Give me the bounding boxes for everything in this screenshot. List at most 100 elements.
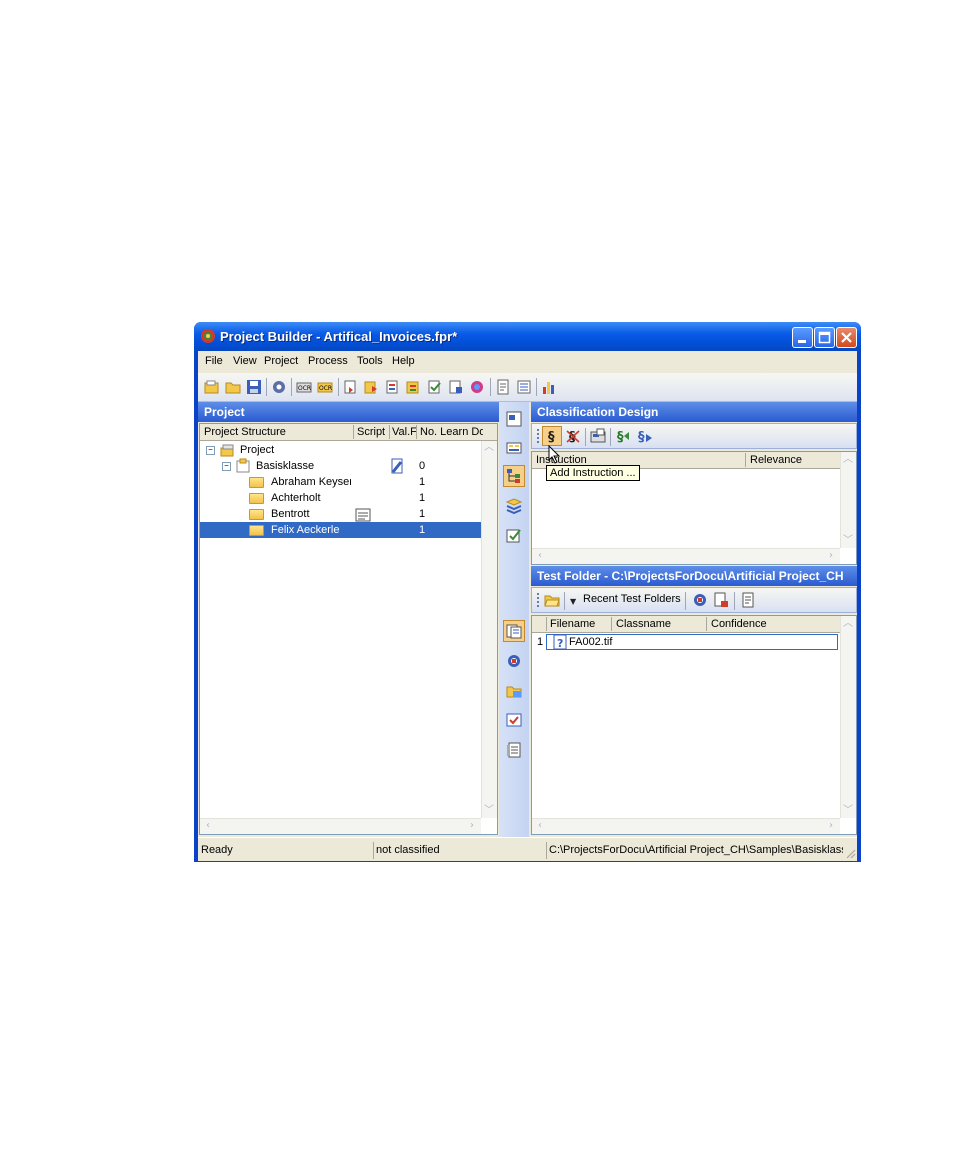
instruction-list[interactable]: Instruction Relevance ︿ ﹀ ‹ › Add Instru…	[531, 445, 857, 565]
scroll-up-icon[interactable]: ︿	[841, 617, 855, 631]
train-arrow-icon[interactable]: §	[615, 428, 631, 444]
menu-process[interactable]: Process	[308, 355, 348, 367]
learn-count: 1	[419, 476, 426, 488]
extract-all-icon[interactable]	[406, 379, 422, 395]
horizontal-scrollbar[interactable]: ‹ ›	[200, 818, 481, 834]
classify-icon[interactable]	[343, 379, 359, 395]
tree-node-folder[interactable]: Achterholt 1	[200, 490, 482, 506]
open-test-folder-icon[interactable]	[506, 683, 522, 699]
col-filename[interactable]: Filename	[550, 618, 595, 630]
scroll-left-icon[interactable]: ‹	[533, 819, 547, 833]
minimize-button[interactable]	[792, 327, 813, 348]
project-view-icon[interactable]	[506, 411, 522, 427]
classify-all-icon[interactable]	[364, 379, 380, 395]
row-filename: FA002.tif	[569, 636, 613, 648]
vertical-scrollbar[interactable]: ︿ ﹀	[481, 441, 497, 818]
document-export-icon[interactable]	[448, 379, 464, 395]
tree-label: Bentrott	[271, 508, 310, 520]
test-document-row[interactable]: 1 ? FA002.tif	[532, 634, 838, 650]
form-view-icon[interactable]	[506, 440, 522, 456]
extract-test-docs-icon[interactable]	[713, 592, 729, 608]
plugin-icon[interactable]	[469, 379, 485, 395]
col-confidence[interactable]: Confidence	[711, 618, 767, 630]
tree-label: Basisklasse	[256, 460, 315, 472]
scroll-up-icon[interactable]: ︿	[841, 453, 855, 467]
scroll-right-icon[interactable]: ›	[824, 819, 838, 833]
project-column-header: Project Structure Script Val.F No. Learn…	[200, 424, 497, 441]
title-bar[interactable]: Project Builder - Artifical_Invoices.fpr…	[194, 322, 861, 351]
dropdown-arrow-icon[interactable]: ▼	[570, 597, 576, 606]
validation-doc-icon	[391, 458, 403, 474]
scroll-up-icon[interactable]: ︿	[482, 441, 496, 455]
resize-grip-icon[interactable]	[844, 847, 856, 859]
menu-file[interactable]: File	[205, 355, 223, 367]
scroll-left-icon[interactable]: ‹	[201, 819, 215, 833]
col-script[interactable]: Script	[357, 426, 385, 438]
tree-node-folder-selected[interactable]: Felix Aeckerle 1	[200, 522, 482, 538]
scroll-right-icon[interactable]: ›	[824, 549, 838, 563]
statistics-chart-icon[interactable]	[541, 379, 557, 395]
save-icon[interactable]	[246, 379, 262, 395]
scroll-right-icon[interactable]: ›	[465, 819, 479, 833]
open-folder-icon[interactable]	[225, 379, 241, 395]
col-no-learn-docs[interactable]: No. Learn Do	[420, 426, 483, 438]
tree-node-project[interactable]: − Project	[200, 442, 482, 458]
close-icon	[841, 332, 852, 343]
add-instruction-button[interactable]: §	[542, 426, 562, 446]
mouse-cursor-icon	[548, 445, 561, 464]
tree-node-folder[interactable]: Abraham Keyser 1	[200, 474, 482, 490]
vertical-scrollbar[interactable]: ︿ ﹀	[840, 616, 856, 818]
log-icon[interactable]	[516, 379, 532, 395]
scroll-down-icon[interactable]: ﹀	[841, 534, 855, 548]
collapse-toggle[interactable]: −	[206, 446, 215, 455]
close-button[interactable]	[836, 327, 857, 348]
classify-test-docs-icon[interactable]	[692, 592, 708, 608]
scroll-left-icon[interactable]: ‹	[533, 549, 547, 563]
vertical-scrollbar[interactable]: ︿ ﹀	[840, 452, 856, 548]
maximize-button[interactable]	[814, 327, 835, 348]
collapse-toggle[interactable]: −	[222, 462, 231, 471]
menu-tools[interactable]: Tools	[357, 355, 383, 367]
validation-view-icon[interactable]	[506, 527, 522, 543]
extraction-view-icon[interactable]	[506, 498, 522, 514]
unknown-document-icon: ?	[553, 634, 567, 650]
validate-icon[interactable]	[427, 379, 443, 395]
ocr-folder-icon[interactable]: OCR	[317, 379, 333, 395]
horizontal-scrollbar[interactable]: ‹ ›	[532, 548, 840, 564]
project-tree-view[interactable]: Project Structure Script Val.F No. Learn…	[199, 423, 498, 835]
delete-instruction-icon[interactable]: §	[565, 428, 581, 444]
tree-node-class[interactable]: − Basisklasse 0	[200, 458, 482, 474]
col-classname[interactable]: Classname	[616, 618, 671, 630]
properties-icon[interactable]	[495, 379, 511, 395]
ocr-icon[interactable]: OCR	[296, 379, 312, 395]
menu-project[interactable]: Project	[264, 355, 298, 367]
scroll-down-icon[interactable]: ﹀	[841, 804, 855, 818]
toolbar-separator	[490, 378, 491, 396]
col-project-structure[interactable]: Project Structure	[204, 426, 286, 438]
recent-test-folders-button[interactable]: Recent Test Folders	[583, 593, 681, 605]
test-document-list[interactable]: Filename Classname Confidence 1 ? FA002.…	[531, 615, 857, 835]
menu-view[interactable]: View	[233, 355, 257, 367]
folder-icon	[249, 509, 264, 520]
scroll-down-icon[interactable]: ﹀	[482, 804, 496, 818]
maximize-icon	[818, 331, 831, 344]
test-folder-view-button-active[interactable]	[503, 620, 525, 642]
test-properties-icon[interactable]	[740, 592, 756, 608]
settings-gear-icon[interactable]	[271, 379, 287, 395]
batch-process-icon[interactable]	[506, 653, 522, 669]
extract-icon[interactable]	[385, 379, 401, 395]
new-project-icon[interactable]	[204, 379, 220, 395]
classification-view-button-active[interactable]	[503, 465, 525, 487]
instruction-properties-icon[interactable]	[590, 428, 606, 444]
open-folder-icon[interactable]	[544, 592, 560, 608]
col-relevance[interactable]: Relevance	[750, 454, 802, 466]
menu-help[interactable]: Help	[392, 355, 415, 367]
report-icon[interactable]	[506, 742, 522, 758]
check-list-icon[interactable]	[506, 712, 522, 728]
toolbar-grip	[537, 593, 541, 607]
view-switcher-strip	[499, 402, 529, 860]
run-classification-icon[interactable]: §	[637, 428, 653, 444]
col-val[interactable]: Val.F	[392, 426, 416, 438]
tree-node-folder[interactable]: Bentrott 1	[200, 506, 482, 522]
horizontal-scrollbar[interactable]: ‹ ›	[532, 818, 840, 834]
